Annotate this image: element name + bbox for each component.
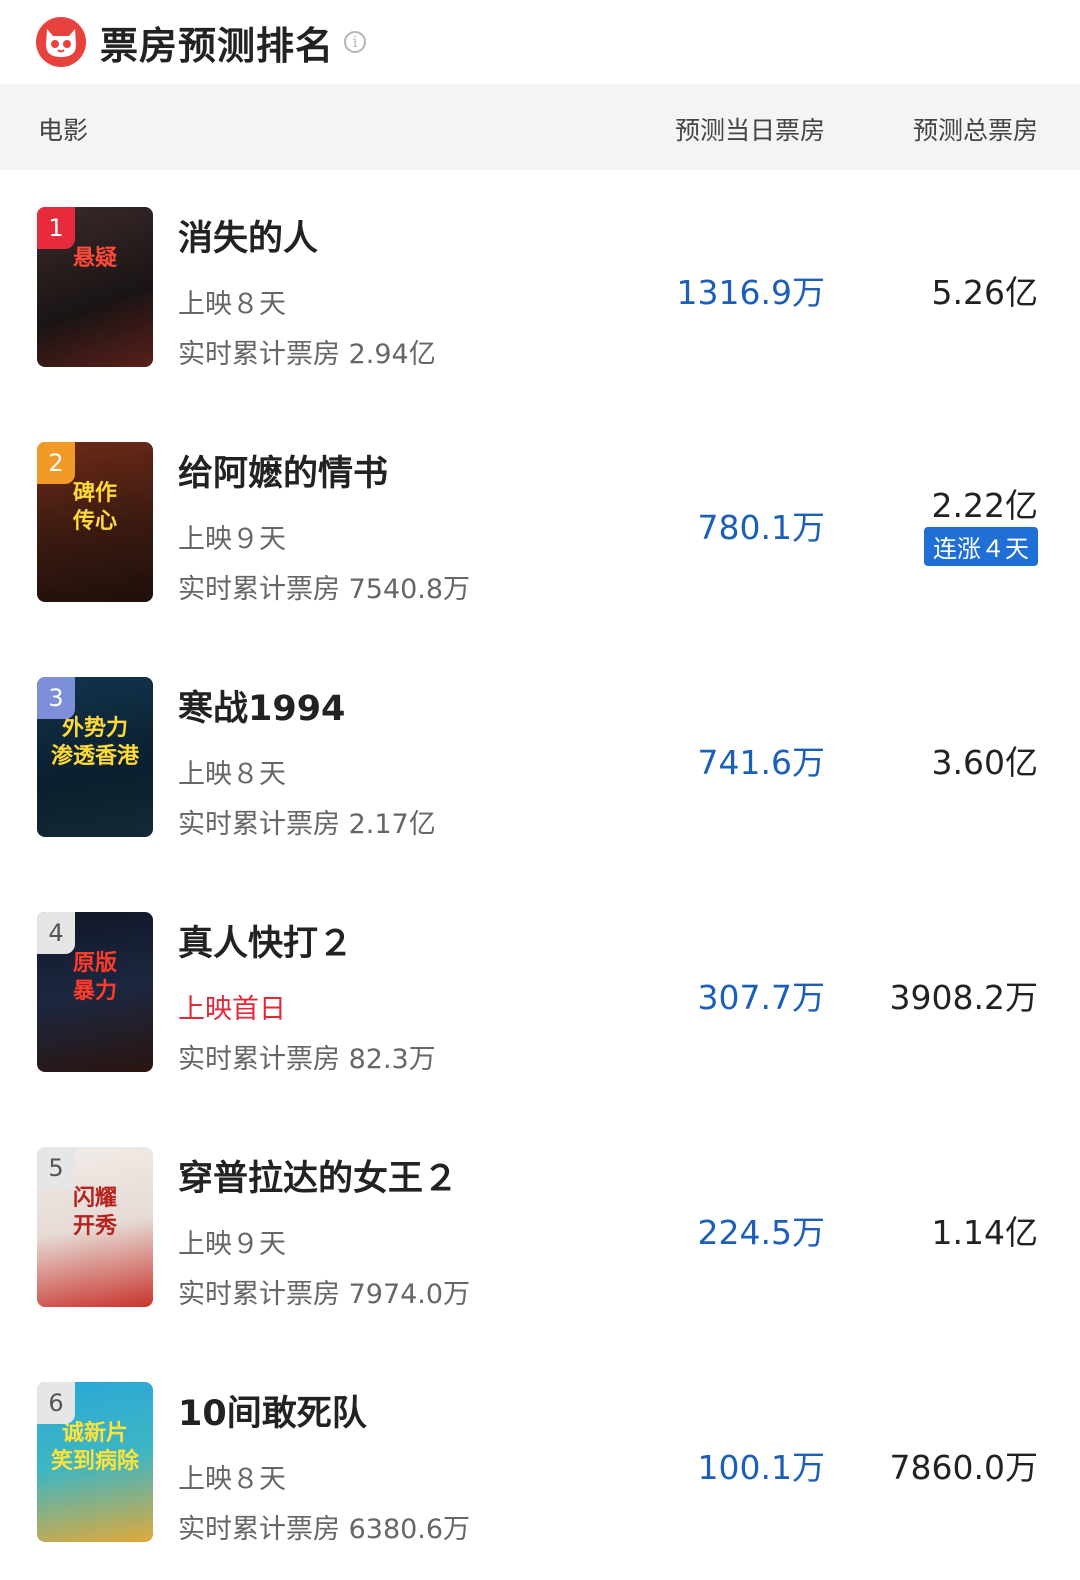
movie-poster: 原版 暴力 4 (37, 912, 153, 1072)
movie-poster: 外势力 渗透香港 3 (37, 677, 153, 837)
movie-row[interactable]: 外势力 渗透香港 3 寒战1994 上映８天 实时累计票房 2.17亿 741.6… (0, 640, 1080, 875)
movie-title[interactable]: 10间敢死队 (178, 1385, 367, 1436)
total-forecast-value: 3.60亿 (931, 743, 1038, 782)
rank-badge: 1 (37, 207, 75, 249)
daily-forecast-value: 1316.9万 (676, 273, 825, 312)
page-title: 票房预测排名 (100, 23, 335, 68)
rank-badge: 6 (37, 1382, 75, 1424)
maoyan-cat-logo-icon (36, 17, 86, 67)
movie-poster: 诚新片 笑到病除 6 (37, 1382, 153, 1542)
info-icon[interactable]: i (344, 31, 367, 53)
release-days: 上映８天 (178, 1464, 286, 1495)
page-header: 票房预测排名 i (0, 0, 1080, 84)
column-total-forecast[interactable]: 预测总票房 (913, 111, 1038, 147)
movie-row[interactable]: 诚新片 笑到病除 6 10间敢死队 上映８天 实时累计票房 6380.6万 100… (0, 1345, 1080, 1580)
cumulative-box-office: 实时累计票房 2.94亿 (178, 339, 436, 370)
movie-row[interactable]: 悬疑 1 消失的人 上映８天 实时累计票房 2.94亿 1316.9万 5.26… (0, 170, 1080, 405)
daily-forecast-value: 741.6万 (697, 743, 825, 782)
daily-forecast-value: 224.5万 (697, 1213, 825, 1252)
rank-badge: 5 (37, 1147, 75, 1189)
cumulative-box-office: 实时累计票房 6380.6万 (178, 1514, 471, 1545)
daily-forecast-value: 307.7万 (697, 978, 825, 1017)
movie-title[interactable]: 给阿嬷的情书 (178, 445, 388, 496)
total-forecast-value: 5.26亿 (931, 273, 1038, 312)
total-forecast-value: 7860.0万 (889, 1448, 1038, 1487)
cumulative-box-office: 实时累计票房 82.3万 (178, 1044, 436, 1075)
movie-row[interactable]: 原版 暴力 4 真人快打２ 上映首日 实时累计票房 82.3万 307.7万 39… (0, 875, 1080, 1110)
movie-title[interactable]: 真人快打２ (178, 915, 353, 966)
daily-forecast-value: 780.1万 (697, 508, 825, 547)
movie-poster: 碑作 传心 2 (37, 442, 153, 602)
column-movie: 电影 (38, 116, 89, 145)
movie-row[interactable]: 碑作 传心 2 给阿嬷的情书 上映９天 实时累计票房 7540.8万 780.1万… (0, 405, 1080, 640)
movie-poster: 闪耀 开秀 5 (37, 1147, 153, 1307)
movie-title[interactable]: 寒战1994 (178, 680, 345, 731)
rank-badge: 2 (37, 442, 75, 484)
trend-badge: 连涨４天 (924, 527, 1038, 566)
cumulative-box-office: 实时累计票房 7540.8万 (178, 574, 471, 605)
rank-badge: 4 (37, 912, 75, 954)
daily-forecast-value: 100.1万 (697, 1448, 825, 1487)
movie-row[interactable]: 闪耀 开秀 5 穿普拉达的女王２ 上映９天 实时累计票房 7974.0万 224.… (0, 1110, 1080, 1345)
total-forecast-value: 3908.2万 (889, 978, 1038, 1017)
release-days: 上映８天 (178, 289, 286, 320)
movie-title[interactable]: 穿普拉达的女王２ (178, 1150, 458, 1201)
movie-title[interactable]: 消失的人 (178, 210, 318, 261)
release-days: 上映９天 (178, 524, 286, 555)
cumulative-box-office: 实时累计票房 2.17亿 (178, 809, 436, 840)
cumulative-box-office: 实时累计票房 7974.0万 (178, 1279, 471, 1310)
release-days: 上映８天 (178, 759, 286, 790)
release-days: 上映首日 (178, 994, 286, 1025)
movie-poster: 悬疑 1 (37, 207, 153, 367)
release-days: 上映９天 (178, 1229, 286, 1260)
total-forecast-value: 1.14亿 (931, 1213, 1038, 1252)
total-forecast-value: 2.22亿 (931, 486, 1038, 525)
column-header: 电影 预测当日票房 预测总票房 (0, 84, 1080, 170)
rank-badge: 3 (37, 677, 75, 719)
column-daily-forecast[interactable]: 预测当日票房 (675, 111, 825, 147)
